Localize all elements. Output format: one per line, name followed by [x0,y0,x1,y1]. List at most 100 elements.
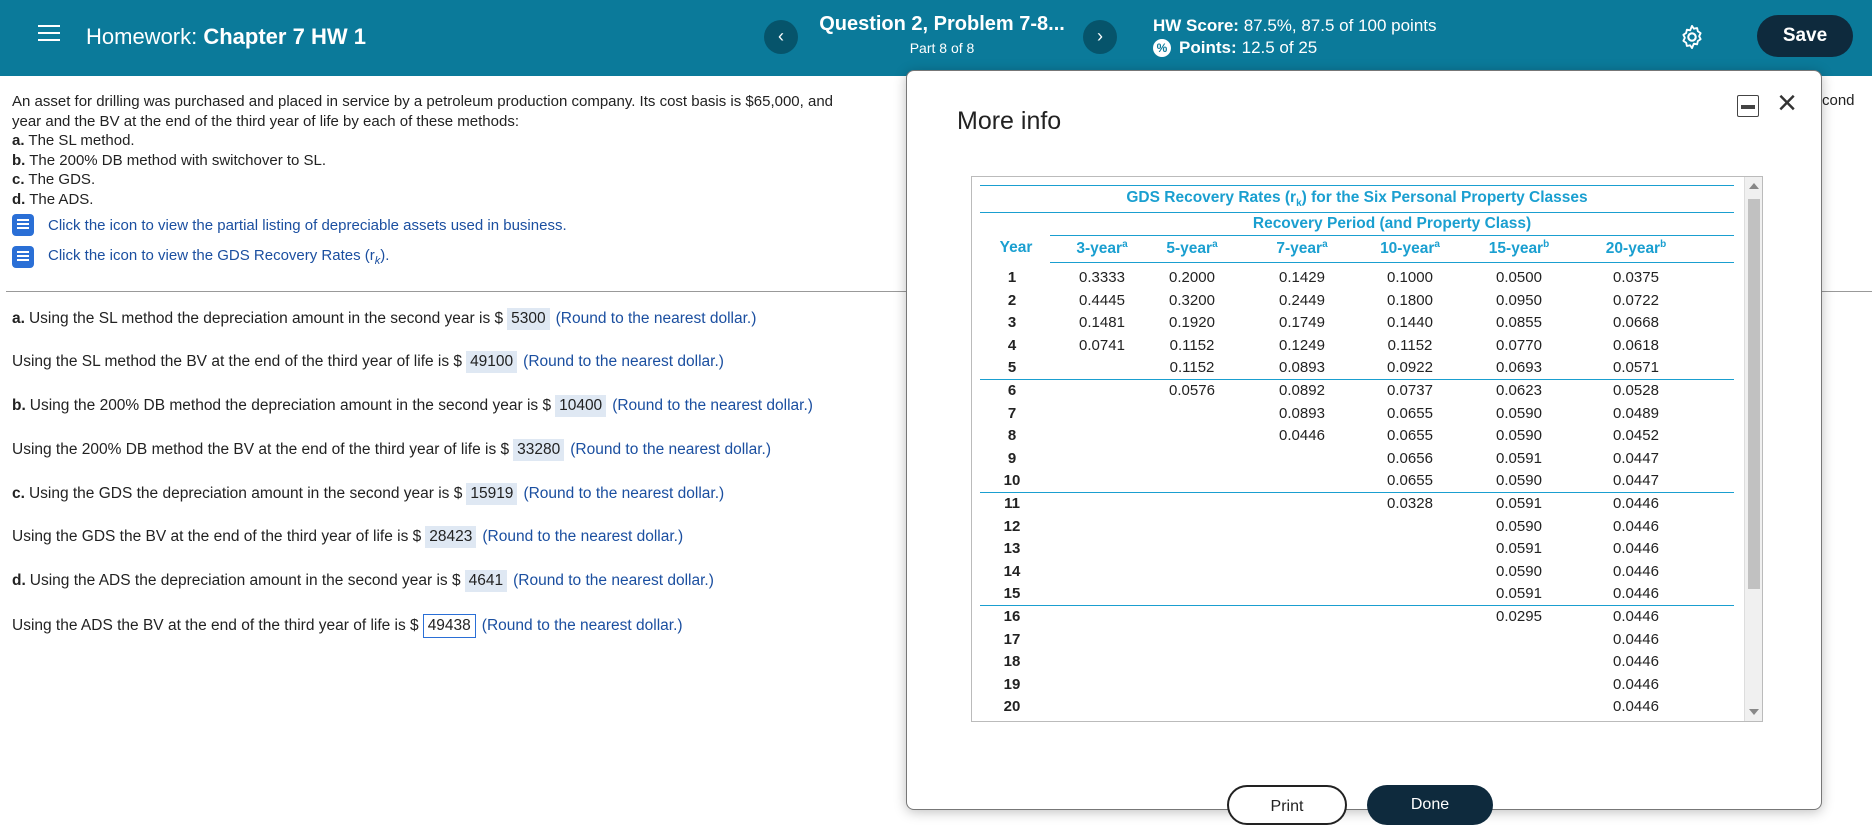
previous-question-button[interactable]: ‹ [764,20,798,54]
table-row: 4 0.0741 0.1152 0.1249 0.1152 0.0770 0.0618 [972,335,1742,357]
rate-cell: 0.0590 [1496,562,1542,580]
hw-score-label: HW Score: [1153,16,1239,35]
answer-prompt: Using the 200% DB method the depreciatio… [29,397,552,414]
rate-cell: 0.0893 [1279,404,1325,422]
answer-input[interactable]: 15919 [466,483,518,505]
done-button[interactable]: Done [1367,785,1493,825]
rate-cell: 0.0591 [1496,495,1542,512]
rounding-hint: (Round to the nearest dollar.) [570,441,772,458]
rounding-hint: (Round to the nearest dollar.) [523,485,725,502]
table-row: 19 0.0446 [972,674,1742,696]
scroll-thumb[interactable] [1748,199,1760,589]
year-cell: 3 [1007,314,1017,332]
rate-cell: 0.0623 [1496,382,1542,399]
rate-cell: 0.0528 [1613,382,1659,399]
answer-prompt: Using the GDS the depreciation amount in… [28,485,463,502]
table-row: 2 0.4445 0.3200 0.2449 0.1800 0.0950 0.0722 [972,290,1742,312]
scroll-up-arrow-icon[interactable] [1749,183,1759,189]
link-text[interactable]: Click the icon to view the partial listi… [48,217,567,234]
table-row: 8 0.0446 0.0655 0.0590 0.0452 [972,425,1742,447]
year-cell: 17 [1003,630,1021,648]
answer-input[interactable]: 33280 [513,439,565,461]
answer-input[interactable]: 5300 [507,308,550,330]
year-cell: 8 [1007,427,1017,445]
year-cell: 15 [1003,585,1021,603]
year-cell: 11 [1004,495,1020,512]
rate-cell: 0.0655 [1387,427,1433,445]
rate-cell: 0.0328 [1387,495,1433,512]
recovery-rates-table[interactable]: GDS Recovery Rates (rk) for the Six Pers… [971,176,1763,722]
rate-cell: 0.0295 [1496,608,1542,625]
gds-rates-link[interactable]: Click the icon to view the GDS Recovery … [12,246,389,268]
column-header: 10-yeara [1380,239,1440,258]
save-button[interactable]: Save [1757,15,1853,57]
answer-input[interactable]: 49438 [422,614,476,638]
rate-cell: 0.1481 [1079,314,1125,332]
year-cell: 10 [1003,472,1021,490]
close-icon[interactable]: × [1773,86,1801,120]
answer-row: Using the 200% DB method the BV at the e… [12,439,771,461]
link-text[interactable]: Click the icon to view the GDS Recovery … [48,247,389,267]
points-label: Points: [1179,38,1237,57]
rate-cell: 0.0591 [1496,585,1542,603]
rate-cell: 0.0590 [1496,427,1542,445]
header-rule [1050,262,1734,263]
book-icon[interactable] [12,214,34,236]
table-row: 1 0.3333 0.2000 0.1429 0.1000 0.0500 0.0375 [972,267,1742,289]
depreciable-assets-link[interactable]: Click the icon to view the partial listi… [12,214,567,236]
rate-cell: 0.0590 [1496,472,1542,490]
year-cell: 20 [1003,698,1021,716]
rate-cell: 0.4445 [1079,291,1125,309]
hamburger-menu-icon[interactable] [38,25,60,43]
rate-cell: 0.0576 [1169,382,1215,399]
table-row: 18 0.0446 [972,651,1742,673]
answer-row: Using the ADS the BV at the end of the t… [12,614,683,638]
answer-row: d. Using the ADS the depreciation amount … [12,570,714,592]
rate-cell: 0.1440 [1387,314,1433,332]
method-item: b. The 200% DB method with switchover to… [12,151,327,169]
rate-cell: 0.0922 [1387,359,1433,377]
table-row: 12 0.0590 0.0446 [972,516,1742,538]
gear-icon[interactable] [1678,23,1706,51]
rate-cell: 0.0446 [1613,585,1659,603]
rate-cell: 0.0446 [1613,608,1659,625]
rate-cell: 0.0489 [1613,404,1659,422]
rate-cell: 0.0446 [1613,495,1659,512]
rate-cell: 0.1920 [1169,314,1215,332]
rate-cell: 0.0446 [1613,540,1659,558]
rate-cell: 0.0500 [1496,269,1542,286]
book-icon[interactable] [12,246,34,268]
table-row: 13 0.0591 0.0446 [972,538,1742,560]
answer-input[interactable]: 49100 [466,351,518,373]
print-button[interactable]: Print [1227,785,1347,825]
answer-row: c. Using the GDS the depreciation amount … [12,483,724,505]
table-row: 20 0.0446 [972,696,1742,718]
rounding-hint: (Round to the nearest dollar.) [481,617,683,634]
rate-cell: 0.0446 [1279,427,1325,445]
answer-prompt: Using the ADS the depreciation amount in… [29,572,461,589]
rate-cell: 0.1749 [1279,314,1325,332]
next-question-button[interactable]: › [1083,20,1117,54]
rate-cell: 0.0668 [1613,314,1659,332]
rate-cell: 0.0893 [1279,359,1325,377]
scroll-down-arrow-icon[interactable] [1749,709,1759,715]
method-item: d. The ADS. [12,190,94,208]
rate-cell: 0.0447 [1613,449,1659,467]
table-scrollbar[interactable] [1744,177,1762,721]
answer-row: Using the SL method the BV at the end of… [12,351,724,373]
rate-cell: 0.0375 [1613,269,1659,286]
answer-input[interactable]: 28423 [425,526,477,548]
rate-cell: 0.0618 [1613,336,1659,354]
rate-cell: 0.0452 [1613,427,1659,445]
rate-cell: 0.0655 [1387,472,1433,490]
rate-cell: 0.0446 [1613,675,1659,693]
rate-cell: 0.0741 [1079,336,1125,354]
top-header: Homework: Chapter 7 HW 1 ‹ Question 2, P… [0,0,1872,76]
homework-title: Homework: Chapter 7 HW 1 [86,24,366,50]
answer-input[interactable]: 4641 [464,570,508,592]
year-cell: 12 [1003,517,1021,535]
rate-cell: 0.1152 [1169,359,1215,377]
minimize-icon[interactable] [1737,95,1759,117]
answer-input[interactable]: 10400 [555,395,607,417]
rate-cell: 0.1429 [1279,269,1325,286]
